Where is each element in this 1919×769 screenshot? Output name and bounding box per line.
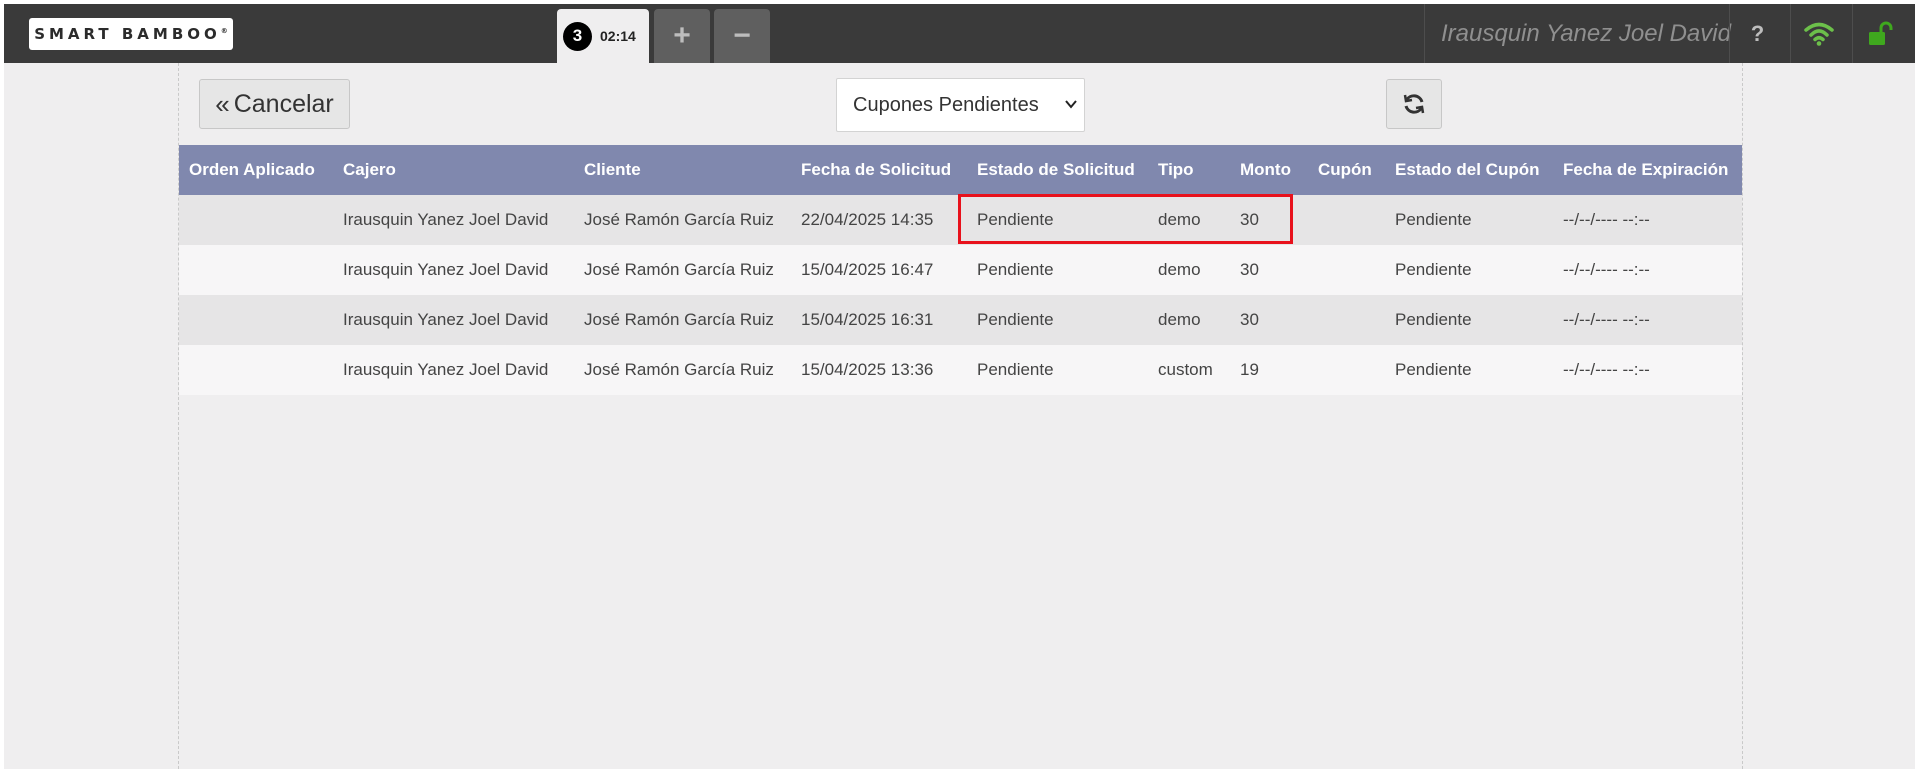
unlock-icon [1868,21,1892,45]
double-chevron-left-icon: « [215,88,230,119]
cell-cajero: Irausquin Yanez Joel David [343,360,549,379]
session-tab[interactable]: 3 02:14 [557,9,649,63]
help-icon: ? [1750,20,1765,46]
cell-monto: 19 [1240,360,1259,379]
header-cliente[interactable]: Cliente [584,145,641,195]
cell-tipo: demo [1158,310,1201,329]
top-bar: SMART BAMBOO® 3 02:14 + − Irausquin Yane… [4,4,1915,63]
table-row[interactable]: Irausquin Yanez Joel David José Ramón Ga… [179,345,1742,395]
cell-fecha-solicitud: 15/04/2025 16:31 [801,310,934,329]
cell-cajero: Irausquin Yanez Joel David [343,210,549,229]
header-cupon[interactable]: Cupón [1318,145,1372,195]
session-timer: 02:14 [600,28,636,44]
cell-tipo: demo [1158,260,1201,279]
refresh-button[interactable] [1386,79,1442,129]
session-count-badge: 3 [563,21,592,51]
wifi-icon [1803,22,1834,46]
user-area-divider [1424,4,1425,63]
wifi-status[interactable] [1790,4,1846,63]
cell-estado-cupon: Pendiente [1395,210,1472,229]
cell-cajero: Irausquin Yanez Joel David [343,310,549,329]
cell-monto: 30 [1240,210,1259,229]
add-tab-button[interactable]: + [654,9,710,63]
cell-fecha-expiracion: --/--/---- --:-- [1563,360,1650,379]
smart-bamboo-logo: SMART BAMBOO® [29,18,233,50]
header-fecha-expiracion[interactable]: Fecha de Expiración [1563,145,1728,195]
cell-estado-solicitud: Pendiente [977,360,1054,379]
cell-fecha-solicitud: 22/04/2025 14:35 [801,210,934,229]
cell-fecha-solicitud: 15/04/2025 16:47 [801,260,934,279]
cell-monto: 30 [1240,310,1259,329]
header-cajero[interactable]: Cajero [343,145,396,195]
cell-estado-cupon: Pendiente [1395,360,1472,379]
cell-cajero: Irausquin Yanez Joel David [343,260,549,279]
cell-fecha-expiracion: --/--/---- --:-- [1563,260,1650,279]
cell-monto: 30 [1240,260,1259,279]
cell-cliente: José Ramón García Ruiz [584,210,774,229]
coupon-filter-value: Cupones Pendientes [853,93,1039,116]
current-user-name[interactable]: Irausquin Yanez Joel David [1441,4,1731,63]
cancel-button[interactable]: « Cancelar [199,79,350,129]
cell-fecha-solicitud: 15/04/2025 13:36 [801,360,934,379]
header-monto[interactable]: Monto [1240,145,1291,195]
cell-fecha-expiracion: --/--/---- --:-- [1563,210,1650,229]
header-fecha-solicitud[interactable]: Fecha de Solicitud [801,145,951,195]
cell-tipo: demo [1158,210,1201,229]
cancel-label: Cancelar [233,89,334,118]
cell-estado-solicitud: Pendiente [977,210,1054,229]
cell-estado-cupon: Pendiente [1395,260,1472,279]
cell-estado-cupon: Pendiente [1395,310,1472,329]
help-button[interactable]: ? [1729,4,1785,63]
header-tipo[interactable]: Tipo [1158,145,1194,195]
table-row[interactable]: Irausquin Yanez Joel David José Ramón Ga… [179,245,1742,295]
chevron-down-icon [1065,100,1077,109]
header-estado-cupon[interactable]: Estado del Cupón [1395,145,1540,195]
refresh-icon [1403,94,1425,114]
cell-estado-solicitud: Pendiente [977,260,1054,279]
coupons-table: Orden Aplicado Cajero Cliente Fecha de S… [179,145,1742,395]
cell-fecha-expiracion: --/--/---- --:-- [1563,310,1650,329]
cell-cliente: José Ramón García Ruiz [584,260,774,279]
cell-cliente: José Ramón García Ruiz [584,310,774,329]
lock-button[interactable] [1852,4,1908,63]
table-header: Orden Aplicado Cajero Cliente Fecha de S… [179,145,1742,195]
table-row[interactable]: Irausquin Yanez Joel David José Ramón Ga… [179,295,1742,345]
cell-cliente: José Ramón García Ruiz [584,360,774,379]
cell-estado-solicitud: Pendiente [977,310,1054,329]
header-estado-solicitud[interactable]: Estado de Solicitud [977,145,1135,195]
table-row[interactable]: Irausquin Yanez Joel David José Ramón Ga… [179,195,1742,245]
coupon-filter-select[interactable]: Cupones Pendientes [836,78,1085,132]
remove-tab-button[interactable]: − [714,9,770,63]
header-orden-aplicado[interactable]: Orden Aplicado [189,145,315,195]
cell-tipo: custom [1158,360,1213,379]
